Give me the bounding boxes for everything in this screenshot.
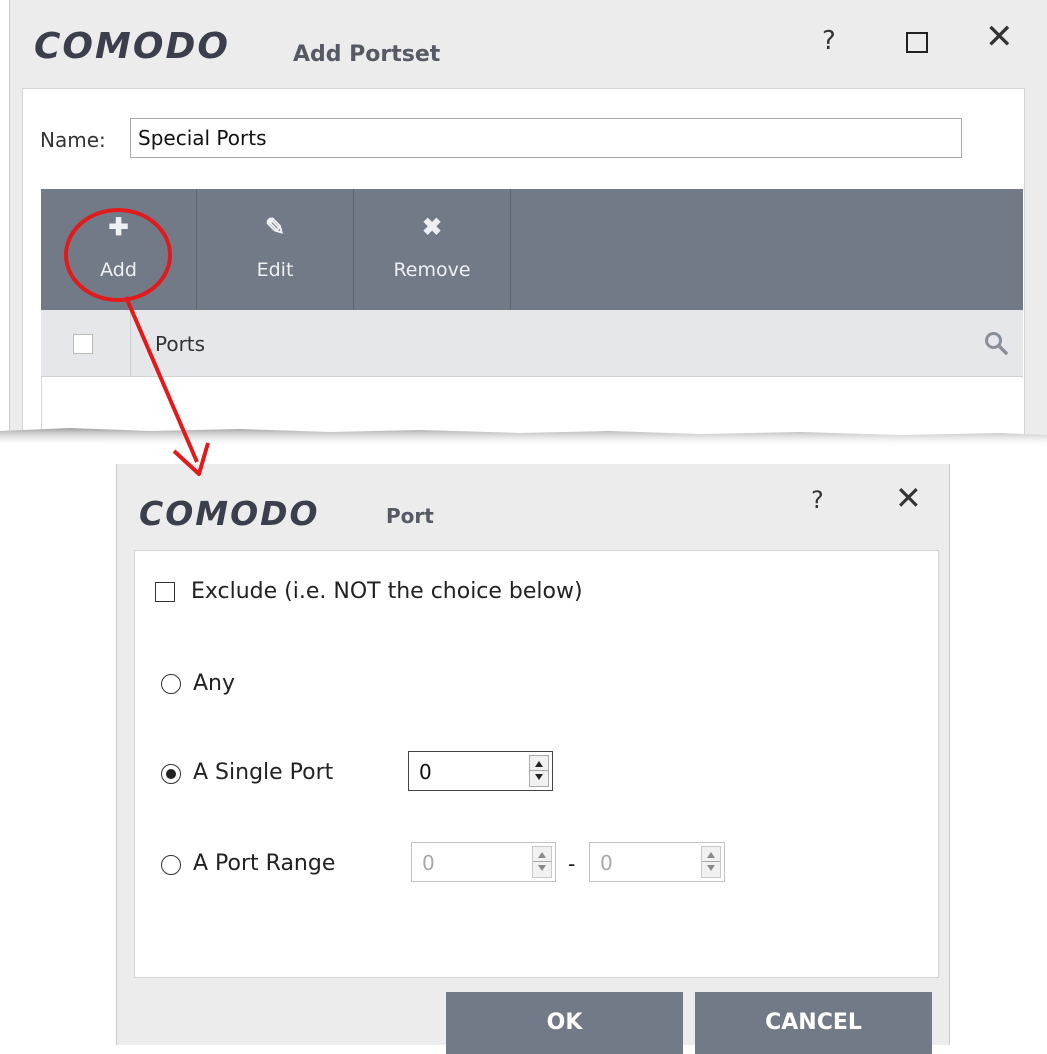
spin-arrows[interactable] bbox=[701, 846, 721, 878]
select-all-checkbox[interactable] bbox=[73, 334, 93, 354]
close-button[interactable]: ✕ bbox=[895, 482, 922, 514]
any-radio[interactable] bbox=[161, 674, 181, 694]
port-options-panel: Exclude (i.e. NOT the choice below) Any … bbox=[134, 550, 939, 978]
maximize-button[interactable] bbox=[906, 32, 928, 53]
edit-button[interactable]: ✎ Edit bbox=[197, 189, 354, 310]
ports-toolbar: ✚ Add ✎ Edit ✖ Remove bbox=[41, 189, 1023, 310]
single-port-radio[interactable] bbox=[161, 764, 181, 784]
name-input[interactable]: Special Ports bbox=[130, 118, 962, 158]
name-label: Name: bbox=[40, 128, 106, 152]
range-end-value[interactable]: 0 bbox=[600, 851, 613, 875]
range-separator: - bbox=[568, 851, 576, 876]
window-title: Add Portset bbox=[293, 42, 441, 67]
spin-up-icon[interactable] bbox=[538, 852, 546, 858]
port-dialog: COMODO Port ? ✕ Exclude (i.e. NOT the ch… bbox=[116, 464, 950, 1054]
spin-up-icon[interactable] bbox=[535, 761, 543, 767]
remove-button[interactable]: ✖ Remove bbox=[354, 189, 511, 310]
add-label: Add bbox=[100, 259, 137, 281]
cross-icon: ✖ bbox=[421, 214, 443, 241]
range-start-value[interactable]: 0 bbox=[422, 851, 435, 875]
add-button[interactable]: ✚ Add bbox=[41, 189, 197, 310]
single-port-spinbox[interactable]: 0 bbox=[408, 751, 553, 791]
comodo-logo: COMODO bbox=[139, 494, 320, 533]
single-port-value[interactable]: 0 bbox=[419, 760, 432, 784]
pencil-icon: ✎ bbox=[264, 214, 286, 241]
spin-down-icon[interactable] bbox=[538, 865, 546, 871]
search-icon[interactable] bbox=[983, 330, 1009, 356]
spin-divider bbox=[702, 861, 720, 862]
spin-down-icon[interactable] bbox=[535, 774, 543, 780]
port-range-label[interactable]: A Port Range bbox=[193, 851, 335, 876]
spin-arrows[interactable] bbox=[529, 755, 549, 787]
edit-label: Edit bbox=[256, 259, 294, 281]
single-port-label[interactable]: A Single Port bbox=[193, 760, 333, 785]
title-bar: COMODO Add Portset ? ✕ bbox=[10, 0, 1047, 88]
help-button[interactable]: ? bbox=[811, 486, 824, 514]
remove-label: Remove bbox=[393, 259, 471, 281]
comodo-logo: COMODO bbox=[34, 26, 230, 67]
add-portset-window: COMODO Add Portset ? ✕ Name: Special Por… bbox=[9, 0, 1047, 457]
help-button[interactable]: ? bbox=[822, 26, 836, 56]
ports-table-header: Ports bbox=[41, 310, 1023, 377]
spin-divider bbox=[530, 770, 548, 771]
exclude-checkbox[interactable] bbox=[155, 582, 175, 602]
exclude-label[interactable]: Exclude (i.e. NOT the choice below) bbox=[191, 579, 583, 604]
spin-divider bbox=[533, 861, 551, 862]
spin-down-icon[interactable] bbox=[707, 865, 715, 871]
column-divider bbox=[130, 310, 131, 376]
plus-icon: ✚ bbox=[108, 214, 129, 241]
close-button[interactable]: ✕ bbox=[985, 20, 1014, 54]
port-range-radio[interactable] bbox=[161, 855, 181, 875]
spin-arrows[interactable] bbox=[532, 846, 552, 878]
range-start-spinbox[interactable]: 0 bbox=[411, 842, 556, 882]
ports-column-header[interactable]: Ports bbox=[155, 332, 205, 356]
any-label[interactable]: Any bbox=[193, 671, 235, 696]
spin-up-icon[interactable] bbox=[707, 852, 715, 858]
torn-edge-divider bbox=[0, 428, 1047, 460]
range-end-spinbox[interactable]: 0 bbox=[589, 842, 725, 882]
dialog-title: Port bbox=[386, 504, 434, 528]
